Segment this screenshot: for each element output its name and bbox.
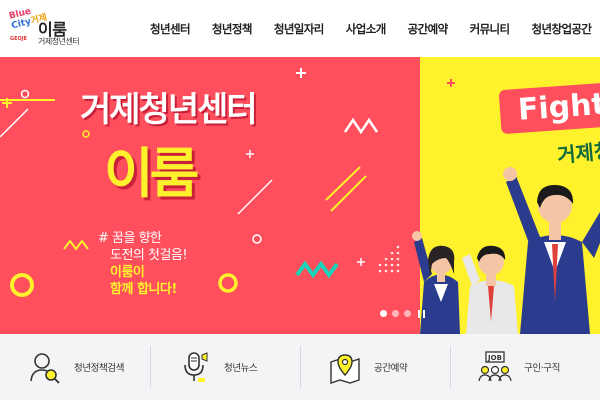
logo-sub: GEOJE	[10, 36, 28, 42]
cheering-people-illustration	[412, 167, 600, 334]
slider-pause-icon[interactable]	[418, 310, 425, 318]
job-people-icon: JOB	[478, 351, 512, 382]
tagline-line-2: 도전의 첫걸음!	[110, 248, 188, 263]
logo-under: 거제청년센터	[38, 37, 80, 46]
map-pin-icon	[330, 354, 360, 384]
quick-label-policy-search: 청년정책검색	[74, 363, 125, 374]
nav-item-jobs[interactable]: 청년일자리	[274, 21, 325, 37]
nav-item-policy[interactable]: 청년정책	[212, 21, 253, 37]
nav-item-reservation[interactable]: 공간예약	[408, 21, 449, 37]
slider-dot-1[interactable]	[380, 310, 387, 317]
slider-pagination	[380, 310, 425, 318]
main-nav: 청년센터 청년정책 청년일자리 사업소개 공간예약 커뮤니티 청년창업공간	[150, 0, 600, 57]
nav-item-center[interactable]: 청년센터	[150, 21, 191, 37]
site-header: Blue City거제 GEOJE 이룸 거제청년센터 청년센터 청년정책 청년…	[0, 0, 600, 57]
hero-tagline: # 꿈을 향한 도전의 첫걸음! 이룸이 함께 합니다!	[98, 230, 188, 298]
svg-text:JOB: JOB	[487, 354, 502, 362]
tagline-line-4: 함께 합니다!	[110, 282, 177, 297]
hero-brand-name: 이룸	[104, 142, 199, 205]
slider-dot-3[interactable]	[404, 310, 411, 317]
quick-label-reservation: 공간예약	[374, 363, 408, 374]
slider-dot-2[interactable]	[392, 310, 399, 317]
quick-menu: 청년정책검색 청년뉴스 공간예약 JOB 구인·구직	[0, 334, 600, 400]
hero-title: 거제청년센터	[80, 90, 258, 130]
nav-item-programs[interactable]: 사업소개	[346, 21, 387, 37]
microphone-icon	[184, 352, 208, 382]
site-logo[interactable]: Blue City거제 GEOJE 이룸 거제청년센터	[8, 7, 80, 46]
nav-item-community[interactable]: 커뮤니티	[470, 21, 511, 37]
quick-label-jobs: 구인·구직	[524, 363, 560, 374]
quick-item-policy-search[interactable]: 청년정책검색	[0, 334, 150, 400]
quick-label-news: 청년뉴스	[224, 363, 258, 374]
quick-item-news[interactable]: 청년뉴스	[150, 334, 300, 400]
person-search-icon	[30, 353, 60, 384]
hero-banner[interactable]: 거제청년센터 이룸 # 꿈을 향한 도전의 첫걸음! 이룸이 함께 합니다! F…	[0, 57, 600, 334]
tagline-line-1: # 꿈을 향한	[98, 231, 162, 246]
quick-item-jobs[interactable]: JOB 구인·구직	[450, 334, 600, 400]
tagline-line-3: 이룸이	[110, 265, 145, 280]
nav-item-startup-space[interactable]: 청년창업공간	[532, 21, 592, 37]
fight-sign: Fight	[498, 81, 600, 135]
quick-item-reservation[interactable]: 공간예약	[300, 334, 450, 400]
